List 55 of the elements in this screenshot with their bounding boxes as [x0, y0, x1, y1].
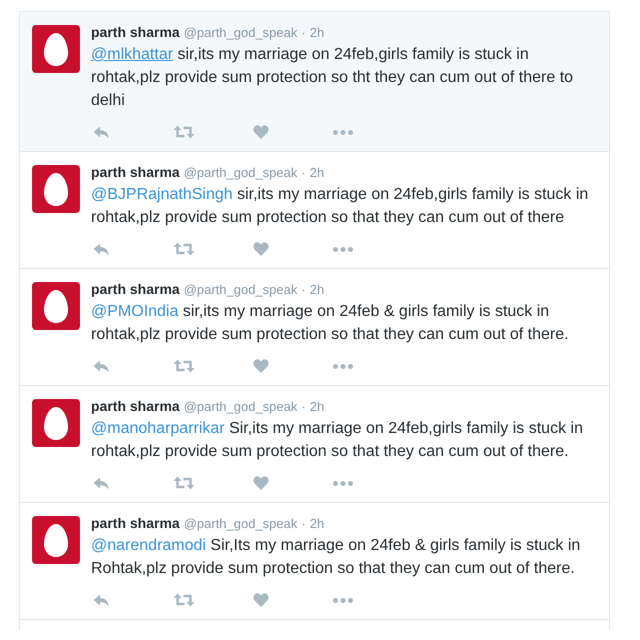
- reply-icon[interactable]: [93, 360, 109, 372]
- user-name[interactable]: parth sharma: [91, 514, 180, 532]
- heart-icon[interactable]: [253, 242, 269, 256]
- separator-dot: ·: [301, 281, 306, 299]
- user-name[interactable]: parth sharma: [91, 23, 180, 41]
- user-handle[interactable]: @parth_god_speak: [184, 515, 298, 533]
- heart-icon[interactable]: [253, 359, 269, 373]
- more-icon[interactable]: [333, 130, 353, 134]
- mention-link[interactable]: @PMOIndia: [91, 303, 178, 320]
- egg-avatar-icon[interactable]: [32, 25, 80, 73]
- user-name[interactable]: parth sharma: [91, 280, 180, 298]
- user-name[interactable]: parth sharma: [91, 397, 180, 415]
- tweet-text: @mlkhattar sir,its my marriage on 24feb,girls family is stuck in rohtak,plz provide sum protection so tht they can cum out of there to delhi: [91, 45, 574, 111]
- heart-icon[interactable]: [253, 476, 269, 490]
- retweet-icon[interactable]: [173, 359, 195, 373]
- reply-icon[interactable]: [93, 126, 109, 138]
- tweet-time[interactable]: 2h: [310, 515, 324, 533]
- tweet-text: @narendramodi Sir,Its my marriage on 24feb & girls family is stuck in Rohtak,plz provide sum protection so that they can cum out of there.: [91, 536, 582, 579]
- mention-link[interactable]: @BJPRajnathSingh: [91, 186, 233, 203]
- tweet-time[interactable]: 2h: [310, 398, 324, 416]
- tweet-time[interactable]: 2h: [310, 24, 324, 42]
- more-icon[interactable]: [333, 480, 353, 486]
- more-icon[interactable]: [333, 364, 353, 368]
- egg-avatar-icon[interactable]: [32, 165, 80, 213]
- reply-icon[interactable]: [93, 242, 109, 256]
- retweet-icon[interactable]: [173, 242, 195, 256]
- more-icon[interactable]: [333, 598, 353, 602]
- egg-avatar-icon[interactable]: [32, 399, 80, 447]
- retweet-icon[interactable]: [173, 593, 195, 607]
- tweet-text: @BJPRajnathSingh sir,its my marriage on 24feb,girls family is stuck in rohtak,plz provide sum protection so that they can cum out of there: [91, 185, 590, 228]
- tweet-time[interactable]: 2h: [310, 164, 324, 182]
- separator-dot: ·: [301, 24, 306, 42]
- heart-icon[interactable]: [253, 125, 269, 139]
- mention-link[interactable]: @narendramodi: [91, 537, 206, 554]
- separator-dot: ·: [301, 398, 306, 416]
- heart-icon[interactable]: [253, 593, 269, 607]
- user-handle[interactable]: @parth_god_speak: [184, 281, 298, 299]
- separator-dot: ·: [301, 164, 306, 182]
- user-handle[interactable]: @parth_god_speak: [184, 164, 298, 182]
- separator-dot: ·: [301, 515, 306, 533]
- egg-avatar-icon[interactable]: [32, 516, 80, 564]
- retweet-icon[interactable]: [173, 125, 195, 139]
- user-name[interactable]: parth sharma: [91, 163, 180, 181]
- tweet-text: @manoharparrikar Sir,its my marriage on 24feb,girls family is stuck in rohtak,plz provide sum protection so that they can cum out of there.: [91, 419, 584, 462]
- reply-icon[interactable]: [93, 476, 109, 490]
- tweet-text: @PMOIndia sir,its my marriage on 24feb & girls family is stuck in rohtak,plz provide sum protection so that they can cum out of there.: [91, 302, 570, 345]
- retweet-icon[interactable]: [173, 476, 195, 490]
- reply-icon[interactable]: [93, 594, 109, 606]
- mention-link[interactable]: @mlkhattar: [91, 46, 174, 63]
- tweet-time[interactable]: 2h: [310, 281, 324, 299]
- mention-link[interactable]: @manoharparrikar: [91, 420, 225, 437]
- user-handle[interactable]: @parth_god_speak: [184, 24, 298, 42]
- egg-avatar-icon[interactable]: [32, 282, 80, 330]
- user-handle[interactable]: @parth_god_speak: [184, 398, 298, 416]
- more-icon[interactable]: [333, 246, 353, 252]
